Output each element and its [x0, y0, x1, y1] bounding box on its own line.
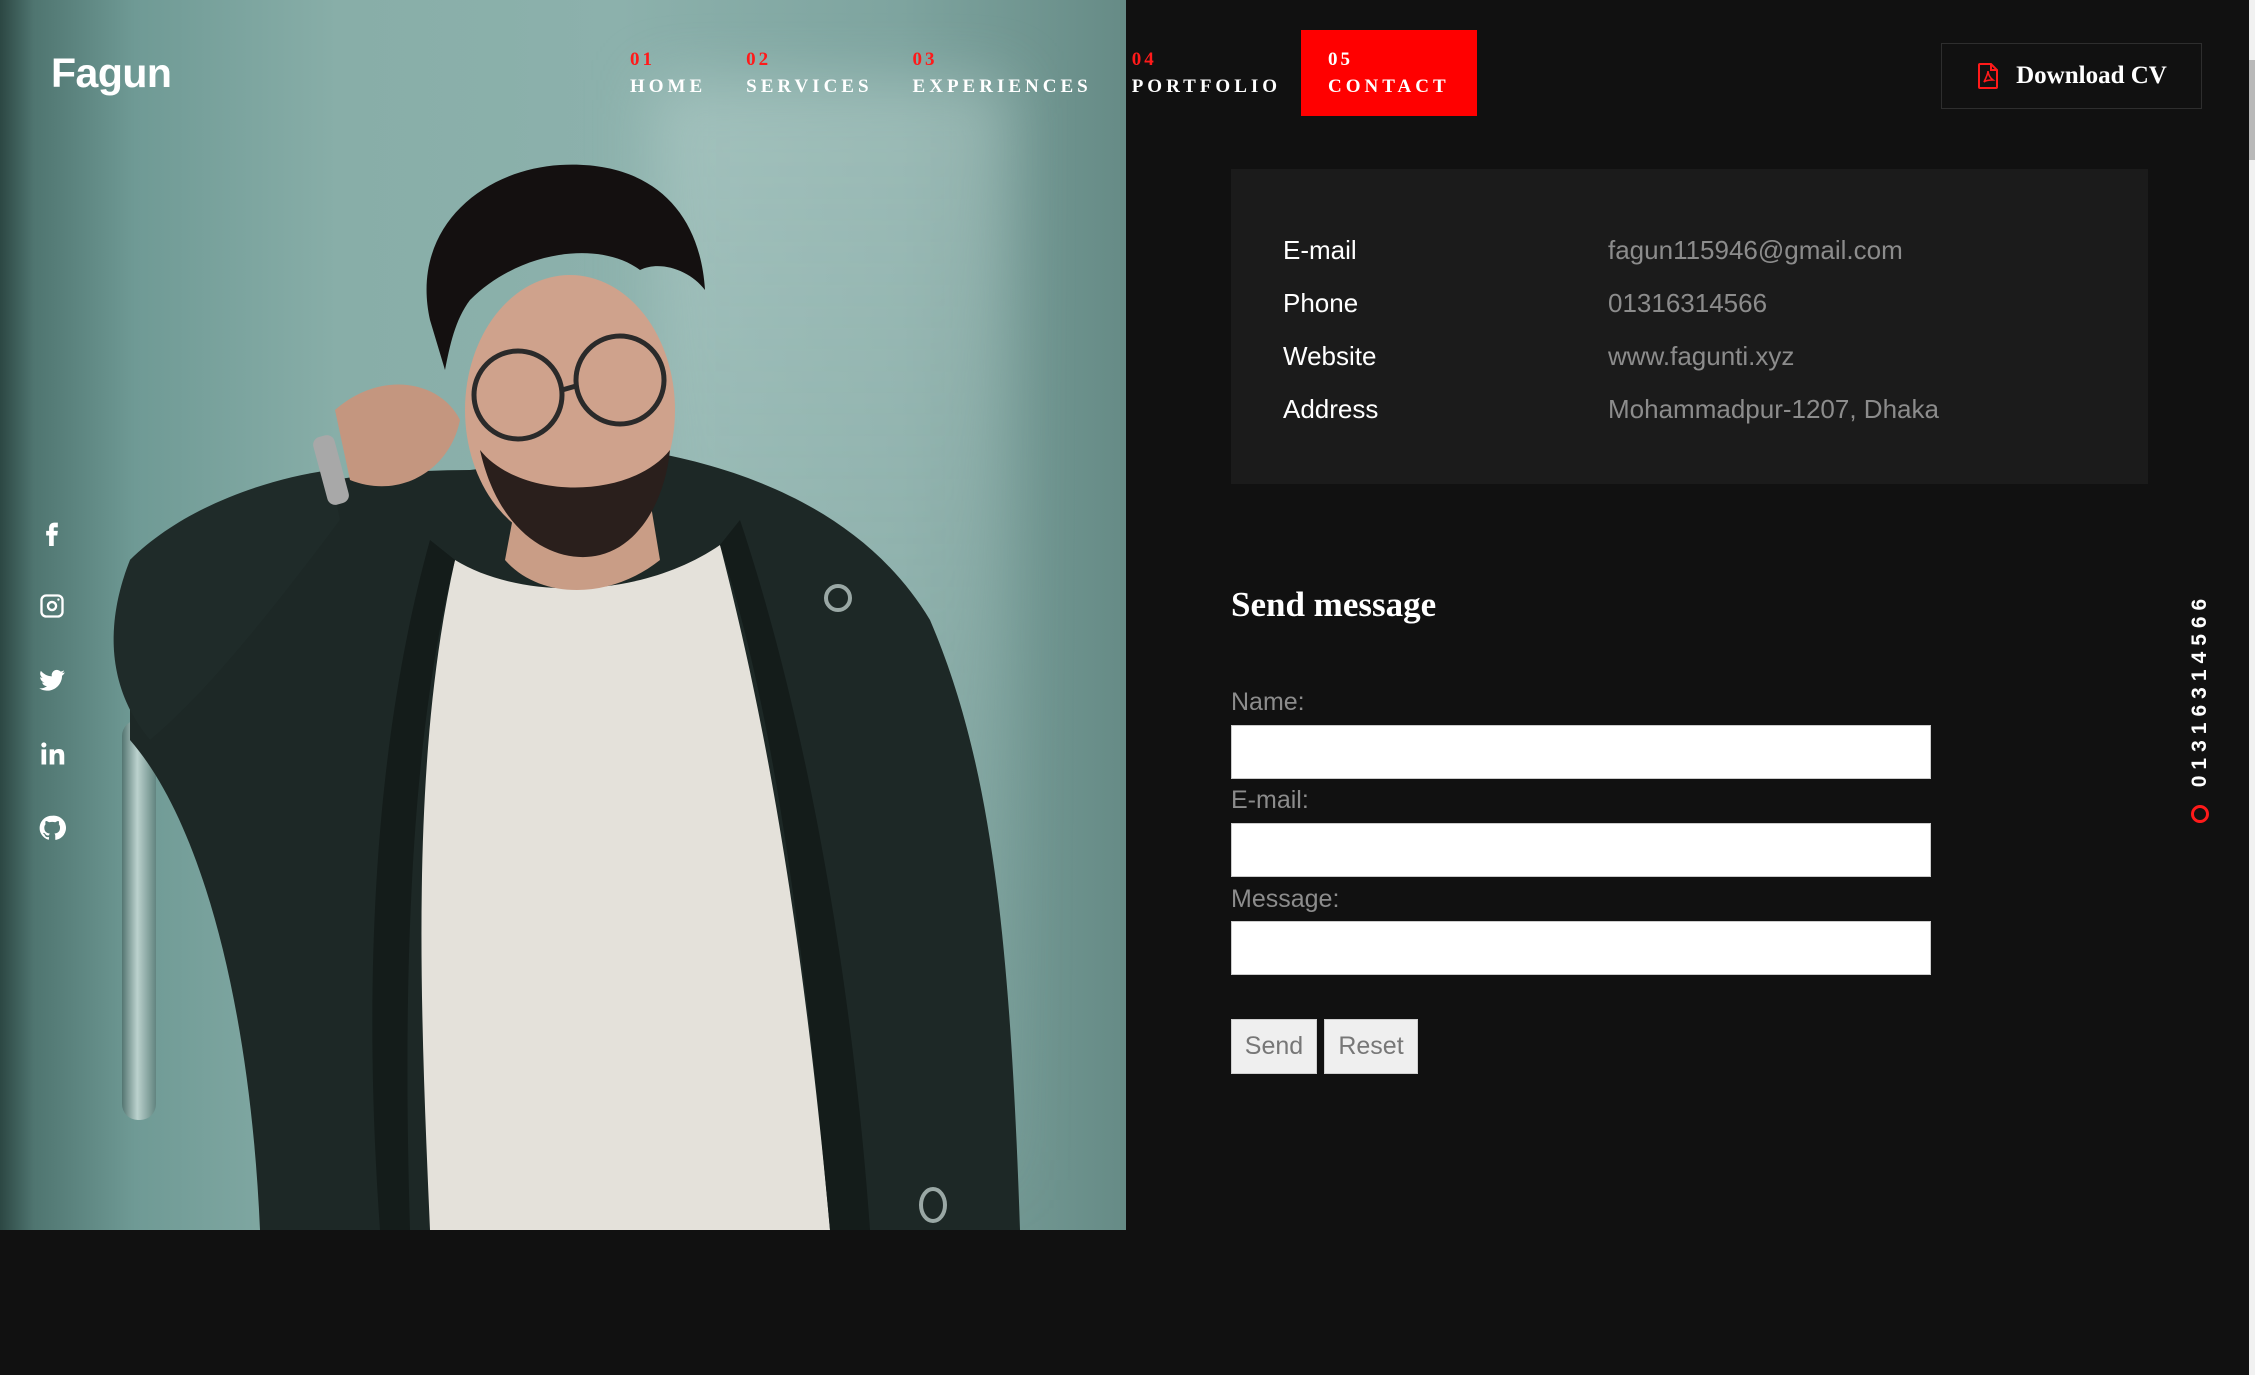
message-input[interactable] [1231, 921, 1931, 975]
nav-number: 01 [630, 48, 655, 70]
twitter-icon [39, 669, 65, 691]
nav-label: SERVICES [746, 75, 873, 97]
send-button[interactable]: Send [1231, 1019, 1317, 1074]
info-row-email: E-mail fagun115946@gmail.com [1283, 224, 2148, 277]
form-title: Send message [1231, 585, 1437, 624]
nav-experiences[interactable]: 03 EXPERIENCES [893, 30, 1112, 116]
name-input[interactable] [1231, 725, 1931, 779]
info-value: Mohammadpur-1207, Dhaka [1608, 394, 1939, 424]
hero-photo [0, 0, 1126, 1230]
side-phone-text: 01316314566 [2188, 592, 2212, 788]
download-cv-button[interactable]: Download CV [1941, 43, 2202, 109]
scrollbar[interactable] [2249, 0, 2255, 1375]
info-row-website: Website www.fagunti.xyz [1283, 330, 2148, 383]
brand-logo[interactable]: Fagun [51, 50, 172, 97]
nav-services[interactable]: 02 SERVICES [726, 30, 892, 116]
info-row-address: Address Mohammadpur-1207, Dhaka [1283, 383, 2148, 436]
nav-number: 03 [912, 48, 938, 70]
nav-number: 04 [1131, 48, 1157, 70]
nav-contact[interactable]: 05 CONTACT [1301, 30, 1477, 116]
info-key: Address [1283, 394, 1379, 424]
info-key: Website [1283, 341, 1377, 371]
download-cv-label: Download CV [2016, 62, 2167, 89]
linkedin-icon [41, 742, 65, 765]
scrollbar-thumb[interactable] [2249, 60, 2255, 160]
nav-home[interactable]: 01 HOME [610, 30, 726, 116]
facebook-link[interactable] [30, 510, 74, 554]
name-label: Name: [1231, 688, 1305, 716]
nav-number: 02 [746, 48, 772, 70]
instagram-link[interactable] [30, 584, 74, 628]
side-phone: 01316314566 [2178, 590, 2222, 790]
portrait-figure [113, 164, 1020, 1230]
linkedin-link[interactable] [30, 732, 74, 776]
facebook-icon [46, 522, 58, 546]
nav-label: HOME [630, 75, 707, 97]
contact-info-card: E-mail fagun115946@gmail.com Phone 01316… [1231, 169, 2148, 484]
nav-label: CONTACT [1328, 75, 1450, 97]
reset-button[interactable]: Reset [1324, 1019, 1418, 1074]
pdf-file-icon [1978, 63, 1999, 89]
github-icon [39, 815, 66, 840]
nav-label: PORTFOLIO [1131, 75, 1282, 97]
nav-portfolio[interactable]: 04 PORTFOLIO [1112, 30, 1301, 116]
email-label: E-mail: [1231, 786, 1309, 814]
circle-icon [2191, 805, 2209, 823]
main-nav: 01 HOME 02 SERVICES 03 EXPERIENCES 04 PO… [610, 30, 1477, 116]
info-value: www.fagunti.xyz [1608, 341, 1795, 371]
github-link[interactable] [30, 806, 74, 850]
instagram-icon [40, 594, 64, 618]
nav-label: EXPERIENCES [912, 75, 1092, 97]
twitter-link[interactable] [30, 658, 74, 702]
nav-number: 05 [1328, 48, 1354, 70]
info-row-phone: Phone 01316314566 [1283, 277, 2148, 330]
message-label: Message: [1231, 885, 1340, 913]
info-value: 01316314566 [1608, 288, 1768, 318]
info-key: E-mail [1283, 235, 1357, 265]
info-value: fagun115946@gmail.com [1608, 235, 1903, 265]
social-links [30, 510, 74, 880]
info-key: Phone [1283, 288, 1359, 318]
email-input[interactable] [1231, 823, 1931, 877]
